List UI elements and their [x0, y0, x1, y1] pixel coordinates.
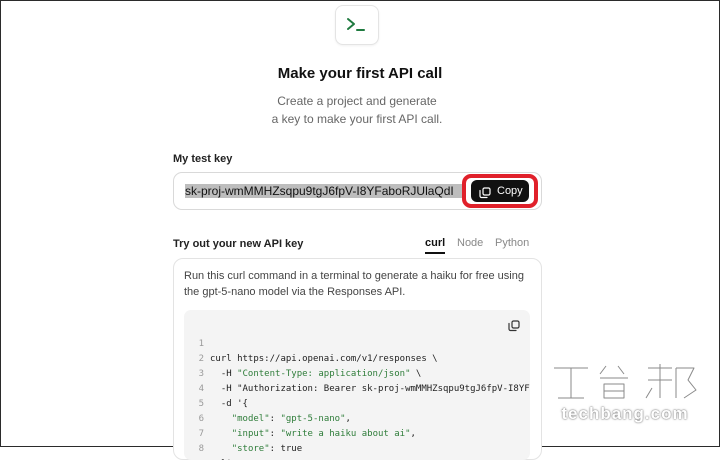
- description-line: Run this curl command in a terminal to g…: [184, 270, 524, 282]
- test-key-label: My test key: [173, 153, 233, 165]
- page-title: Make your first API call: [277, 65, 443, 82]
- code-text: curl https://api.openai.com/v1/responses…: [210, 354, 438, 364]
- page-subtitle: Create a project and generate a key to m…: [240, 92, 474, 128]
- code-line: 7 "store": true: [184, 412, 303, 454]
- subtitle-line: Create a project and generate: [277, 94, 437, 108]
- code-line: 8 }': [184, 427, 232, 460]
- subtitle-line: a key to make your first API call.: [271, 112, 443, 126]
- techbang-watermark: techbang.com: [540, 360, 710, 430]
- copy-key-button[interactable]: Copy: [471, 180, 529, 202]
- description-line: the gpt-5-nano model via the Responses A…: [184, 286, 406, 298]
- code-text: "model": "gpt-5-nano",: [231, 414, 351, 424]
- code-line: 6 "input": "write a haiku about ai",: [184, 397, 416, 439]
- code-line: 5 "model": "gpt-5-nano",: [184, 382, 351, 424]
- code-line: 2 -H "Content-Type: application/json" \: [184, 337, 422, 379]
- copy-code-icon[interactable]: [508, 320, 520, 335]
- terminal-prompt-icon: [335, 5, 379, 45]
- techbang-logo: [554, 364, 699, 401]
- watermark-text: techbang.com: [561, 404, 689, 423]
- tab-python[interactable]: Python: [495, 237, 529, 249]
- code-text: "input": "write a haiku about ai",: [231, 429, 416, 439]
- code-text: "store": true: [231, 444, 303, 454]
- tab-node[interactable]: Node: [457, 237, 483, 249]
- line-number: 8: [198, 444, 204, 454]
- tab-curl[interactable]: curl: [425, 237, 445, 249]
- code-text: -H "Authorization: Bearer sk-proj-wmMMHZ…: [210, 384, 530, 394]
- copy-icon: [479, 185, 491, 207]
- test-key-value[interactable]: sk-proj-wmMMHZsqpu9tgJ6fpV-I8YFaboRJUlaQ…: [185, 184, 465, 198]
- code-example-card: Run this curl command in a terminal to g…: [173, 258, 542, 460]
- code-line: 3 -H "Authorization: Bearer sk-proj-wmMM…: [184, 352, 530, 394]
- code-line: 1 curl https://api.openai.com/v1/respons…: [184, 322, 438, 364]
- code-text: -H "Content-Type: application/json" \: [210, 369, 422, 379]
- code-block: 1 curl https://api.openai.com/v1/respons…: [184, 310, 530, 460]
- copy-button-label: Copy: [497, 185, 523, 197]
- active-tab-indicator: [425, 252, 445, 254]
- code-description: Run this curl command in a terminal to g…: [184, 268, 534, 300]
- code-line: 4 -d '{: [184, 367, 248, 409]
- try-api-key-heading: Try out your new API key: [173, 238, 304, 250]
